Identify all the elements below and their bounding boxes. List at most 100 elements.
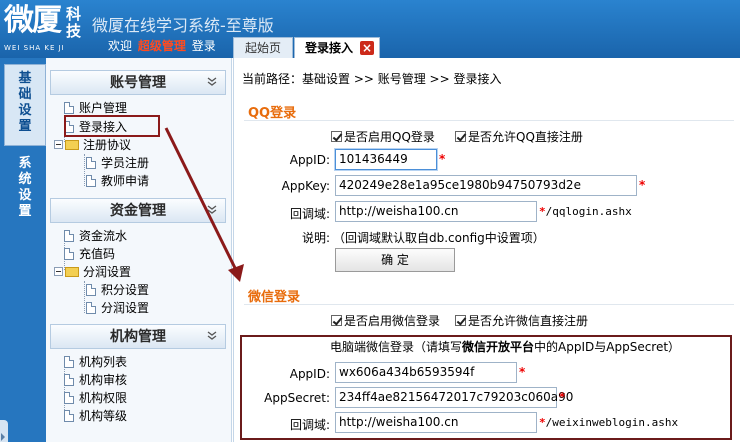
section-finance[interactable]: 资金管理 <box>50 198 226 223</box>
main-content: 当前路径：基础设置 >> 账号管理 >> 登录接入 QQ登录 是否启用QQ登录 … <box>233 58 740 442</box>
chevron-down-icon <box>207 77 217 86</box>
sidebar-item-org-review[interactable]: 机构审核 <box>64 372 127 388</box>
wechat-appid-label: AppID: <box>289 367 330 381</box>
sidebar-item-label: 资金流水 <box>79 229 128 243</box>
qq-appid-input[interactable]: 101436449 <box>335 149 437 170</box>
module-sys-char: 系 <box>18 156 32 171</box>
qq-enable-checkbox[interactable]: 是否启用QQ登录 <box>331 128 435 145</box>
system-title: 微厦在线学习系统-至尊版 <box>92 16 274 35</box>
highlight-box <box>64 115 160 137</box>
module-system-settings[interactable]: 系 统 设 置 <box>4 150 46 232</box>
logo-side-text: 科技 <box>66 5 82 40</box>
module-sys-char: 置 <box>18 204 32 219</box>
section-org[interactable]: 机构管理 <box>50 324 226 349</box>
wechat-callback-suffix: */weixinweblogin.ashx <box>539 416 678 429</box>
document-icon <box>64 230 74 242</box>
wechat-direct-label: 是否允许微信直接注册 <box>468 314 589 328</box>
qq-callback-label: 回调域: <box>289 207 330 221</box>
folder-icon <box>65 140 79 150</box>
chevron-down-icon <box>207 205 217 214</box>
collapse-icon[interactable] <box>54 267 63 276</box>
sidebar-item-profit-setting[interactable]: 分润设置 <box>86 300 149 316</box>
sidebar-item-label: 机构权限 <box>79 391 128 405</box>
close-icon[interactable]: × <box>360 41 374 55</box>
section-divider <box>244 120 734 121</box>
qq-appid-label: AppID: <box>289 153 330 167</box>
wechat-enable-checkbox[interactable]: 是否启用微信登录 <box>331 312 440 329</box>
sidebar-item-label: 充值码 <box>79 247 116 261</box>
chevron-down-icon <box>207 331 217 340</box>
module-sys-char: 设 <box>18 188 32 203</box>
sidebar-item-label: 学员注册 <box>101 156 150 170</box>
module-basic-char: 础 <box>18 87 32 102</box>
module-sys-char: 统 <box>18 172 32 187</box>
sidebar-item-label: 分润设置 <box>101 301 150 315</box>
wechat-pc-heading: 电脑端微信登录（请填写微信开放平台中的AppID与AppSecret） <box>330 338 680 355</box>
qq-appkey-input[interactable]: 420249e28e1a95ce1980b94750793d2e <box>335 175 637 196</box>
tab-login-access[interactable]: 登录接入 × <box>294 37 380 58</box>
qq-direct-reg-checkbox[interactable]: 是否允许QQ直接注册 <box>455 128 583 145</box>
sidebar-item-label: 机构列表 <box>79 355 128 369</box>
collapse-handle[interactable] <box>0 420 8 442</box>
logo-main-text: 微厦 <box>4 3 62 38</box>
sidebar-folder-reg-agreement[interactable]: 注册协议 <box>54 137 131 153</box>
sidebar-item-org-permission[interactable]: 机构权限 <box>64 390 127 406</box>
sidebar-item-student-reg[interactable]: 学员注册 <box>86 155 149 171</box>
sidebar-item-label: 账户管理 <box>79 101 128 115</box>
required-mark: * <box>639 178 646 192</box>
wechat-callback-input[interactable]: http://weisha100.cn <box>335 412 537 433</box>
qq-callback-input[interactable]: http://weisha100.cn <box>335 201 537 222</box>
tab-home[interactable]: 起始页 <box>233 37 293 58</box>
app-header: 微厦 科技 WEI SHA KE JI 微厦在线学习系统-至尊版 欢迎 超级管理… <box>0 0 740 58</box>
sidebar-item-label: 积分设置 <box>101 283 150 297</box>
document-icon <box>64 356 74 368</box>
sidebar-item-org-list[interactable]: 机构列表 <box>64 354 127 370</box>
sidebar-item-label: 教师申请 <box>101 174 150 188</box>
section-divider <box>244 304 734 305</box>
login-link[interactable]: 登录 <box>192 39 216 53</box>
logo-sub-text: WEI SHA KE JI <box>4 44 65 52</box>
qq-section-title: QQ登录 <box>248 106 297 121</box>
sidebar-folder-label: 注册协议 <box>83 138 132 152</box>
sidebar-item-org-level[interactable]: 机构等级 <box>64 408 127 424</box>
sidebar-item-recharge-code[interactable]: 充值码 <box>64 246 115 262</box>
folder-icon <box>65 267 79 277</box>
collapse-icon[interactable] <box>54 140 63 149</box>
document-icon <box>86 175 96 187</box>
document-icon <box>86 302 96 314</box>
sidebar-item-fund-flow[interactable]: 资金流水 <box>64 228 127 244</box>
checkbox-checked-icon[interactable] <box>455 315 466 326</box>
document-icon <box>86 157 96 169</box>
checkbox-checked-icon[interactable] <box>455 131 466 142</box>
section-org-title: 机构管理 <box>110 329 166 345</box>
brand-logo: 微厦 科技 WEI SHA KE JI <box>2 2 88 56</box>
checkbox-checked-icon[interactable] <box>331 315 342 326</box>
sidebar-item-account-manage[interactable]: 账户管理 <box>64 100 127 116</box>
section-finance-title: 资金管理 <box>110 203 166 219</box>
checkbox-checked-icon[interactable] <box>331 131 342 142</box>
sidebar-item-points[interactable]: 积分设置 <box>86 282 149 298</box>
tree-line <box>84 281 85 313</box>
section-account-title: 账号管理 <box>110 75 166 91</box>
wechat-head-suffix: 中的AppID与AppSecret） <box>534 340 681 354</box>
required-mark: * <box>559 390 566 404</box>
qq-appkey-label: AppKey: <box>281 179 330 193</box>
wechat-head-bold: 微信开放平台 <box>462 340 535 354</box>
sidebar-item-teacher-apply[interactable]: 教师申请 <box>86 173 149 189</box>
user-role-link[interactable]: 超级管理 <box>138 39 186 53</box>
module-basic-char: 设 <box>18 103 32 118</box>
wechat-callback-label: 回调域: <box>289 418 330 432</box>
module-basic-settings[interactable]: 基 础 设 置 <box>4 64 46 146</box>
wechat-appid-input[interactable]: wx606a434b6593594f <box>335 362 517 383</box>
qq-direct-label: 是否允许QQ直接注册 <box>468 130 583 144</box>
qq-enable-label: 是否启用QQ登录 <box>344 130 435 144</box>
confirm-button[interactable]: 确 定 <box>335 248 455 272</box>
wechat-secret-input[interactable]: 234ff4ae82156472017c79203c060a90 <box>335 387 573 408</box>
welcome-bar: 欢迎 超级管理 登录 <box>108 37 216 54</box>
wechat-enable-label: 是否启用微信登录 <box>344 314 441 328</box>
wechat-direct-reg-checkbox[interactable]: 是否允许微信直接注册 <box>455 312 588 329</box>
sidebar-folder-profit[interactable]: 分润设置 <box>54 264 131 280</box>
tab-login-access-label: 登录接入 <box>305 41 354 55</box>
sidebar-item-label: 机构审核 <box>79 373 128 387</box>
section-account[interactable]: 账号管理 <box>50 70 226 95</box>
